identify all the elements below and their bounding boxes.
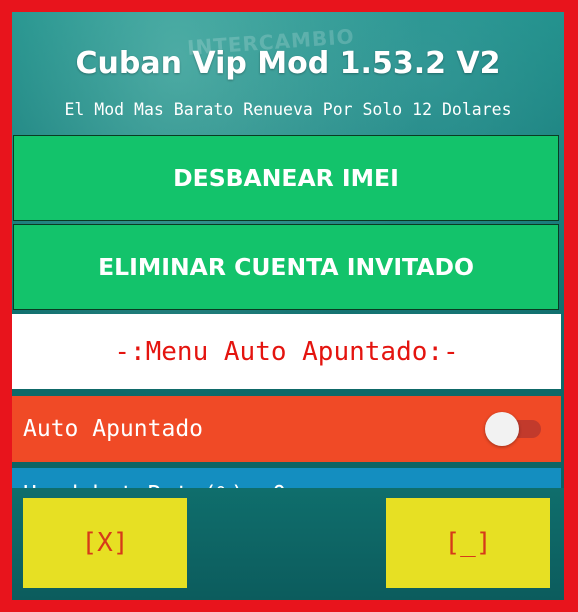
auto-aim-label: Auto Apuntado	[23, 416, 204, 442]
menu-title: Cuban Vip Mod 1.53.2 V2	[75, 46, 501, 81]
menu-subtitle: El Mod Mas Barato Renueva Por Solo 12 Do…	[64, 100, 512, 119]
toggle-thumb	[485, 412, 519, 446]
unban-imei-button[interactable]: DESBANEAR IMEI	[13, 135, 559, 221]
close-button[interactable]: [X]	[23, 498, 187, 588]
auto-aim-section-header: -:Menu Auto Apuntado:-	[12, 314, 561, 389]
minimize-button[interactable]: [_]	[386, 498, 550, 588]
auto-aim-toggle[interactable]	[483, 412, 543, 446]
auto-aim-row[interactable]: Auto Apuntado	[12, 396, 561, 462]
delete-guest-account-button[interactable]: ELIMINAR CUENTA INVITADO	[13, 224, 559, 310]
mod-menu-panel: INTERCAMBIO Cuban Vip Mod 1.53.2 V2 El M…	[12, 12, 564, 600]
